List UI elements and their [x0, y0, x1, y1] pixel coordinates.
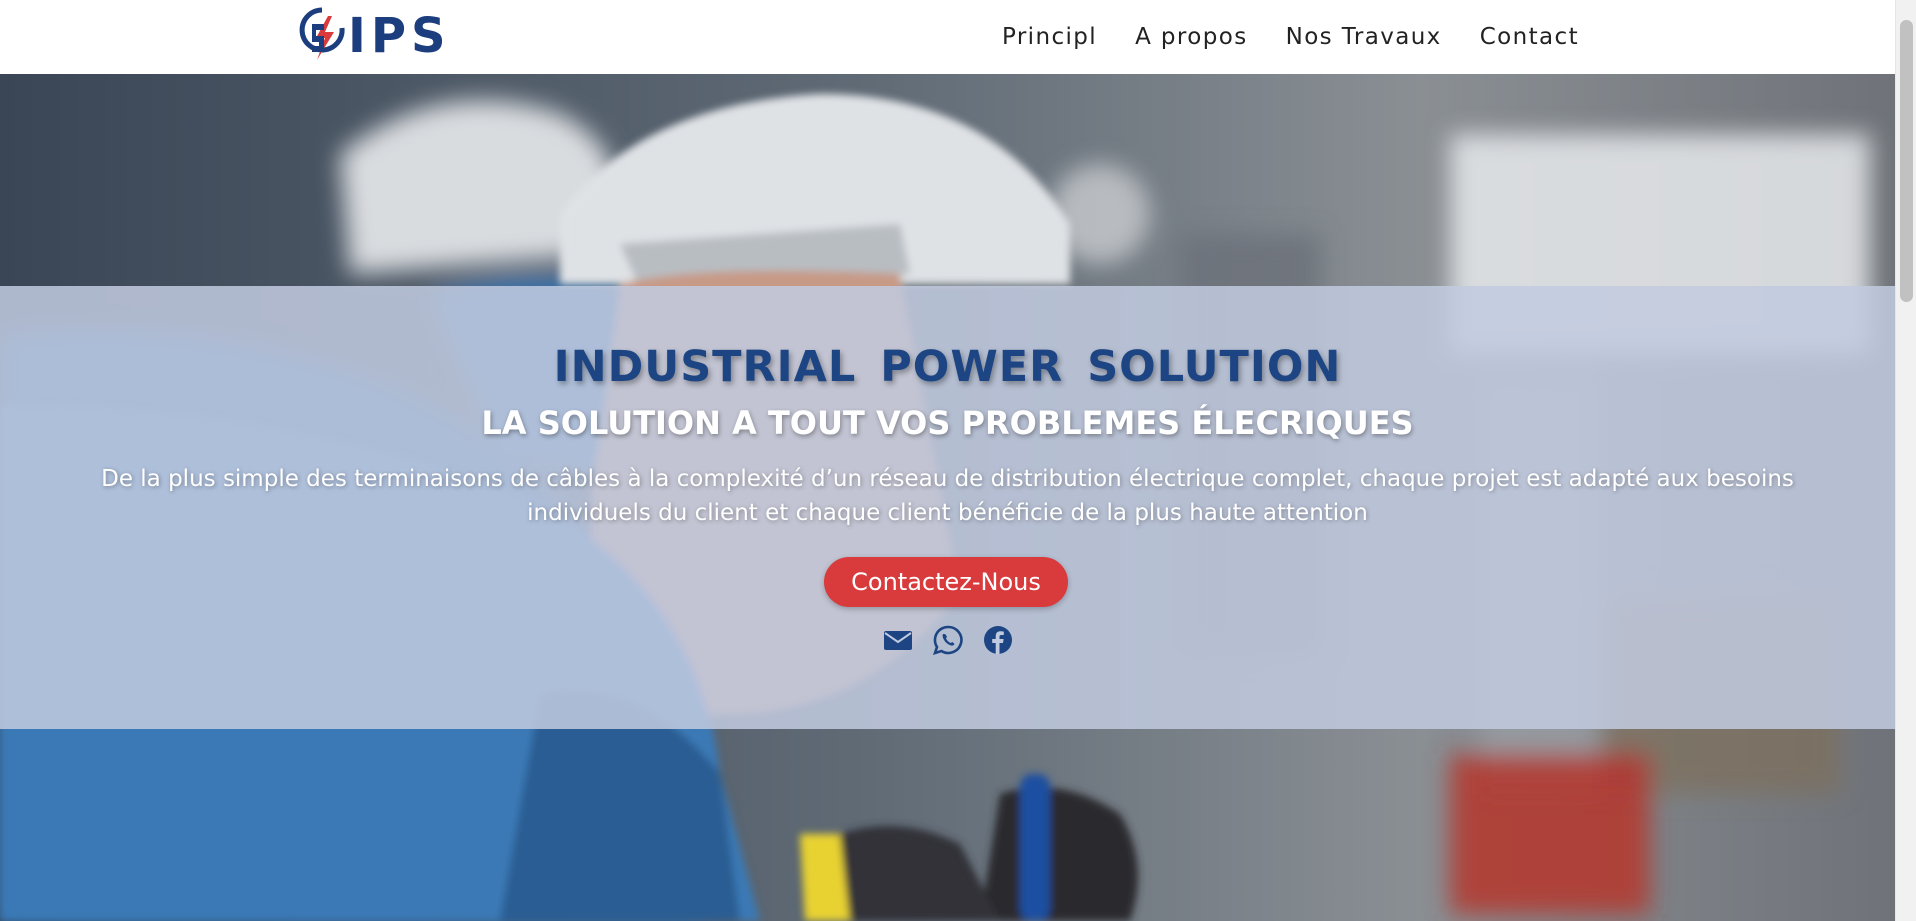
nav-item-nos-travaux[interactable]: Nos Travaux	[1286, 24, 1442, 50]
envelope-icon[interactable]	[882, 624, 914, 656]
hero-description: De la plus simple des terminaisons de câ…	[101, 466, 1794, 526]
facebook-icon[interactable]	[982, 624, 1014, 656]
nav-item-a-propos[interactable]: A propos	[1135, 24, 1248, 50]
ips-logo-mark	[299, 7, 345, 60]
hero-section: INDUSTRIAL POWER SOLUTION LA SOLUTION A …	[0, 74, 1895, 921]
logo-text: IPS	[348, 8, 451, 64]
page-scrollbar[interactable]	[1895, 0, 1916, 921]
logo[interactable]: IPS	[298, 6, 451, 66]
navbar: IPS Principl A propos Nos Travaux Contac…	[0, 0, 1895, 74]
main-nav: Principl A propos Nos Travaux Contact	[1002, 0, 1579, 74]
nav-item-principl[interactable]: Principl	[1002, 24, 1097, 50]
hero-subtitle: LA SOLUTION A TOUT VOS PROBLEMES ÉLECRIQ…	[481, 404, 1414, 442]
hero-title: INDUSTRIAL POWER SOLUTION	[553, 342, 1342, 392]
scrollbar-thumb[interactable]	[1900, 20, 1913, 302]
nav-item-contact[interactable]: Contact	[1480, 24, 1579, 50]
social-links	[0, 624, 1895, 656]
contact-us-button[interactable]: Contactez-Nous	[824, 557, 1068, 607]
whatsapp-icon[interactable]	[932, 624, 964, 656]
